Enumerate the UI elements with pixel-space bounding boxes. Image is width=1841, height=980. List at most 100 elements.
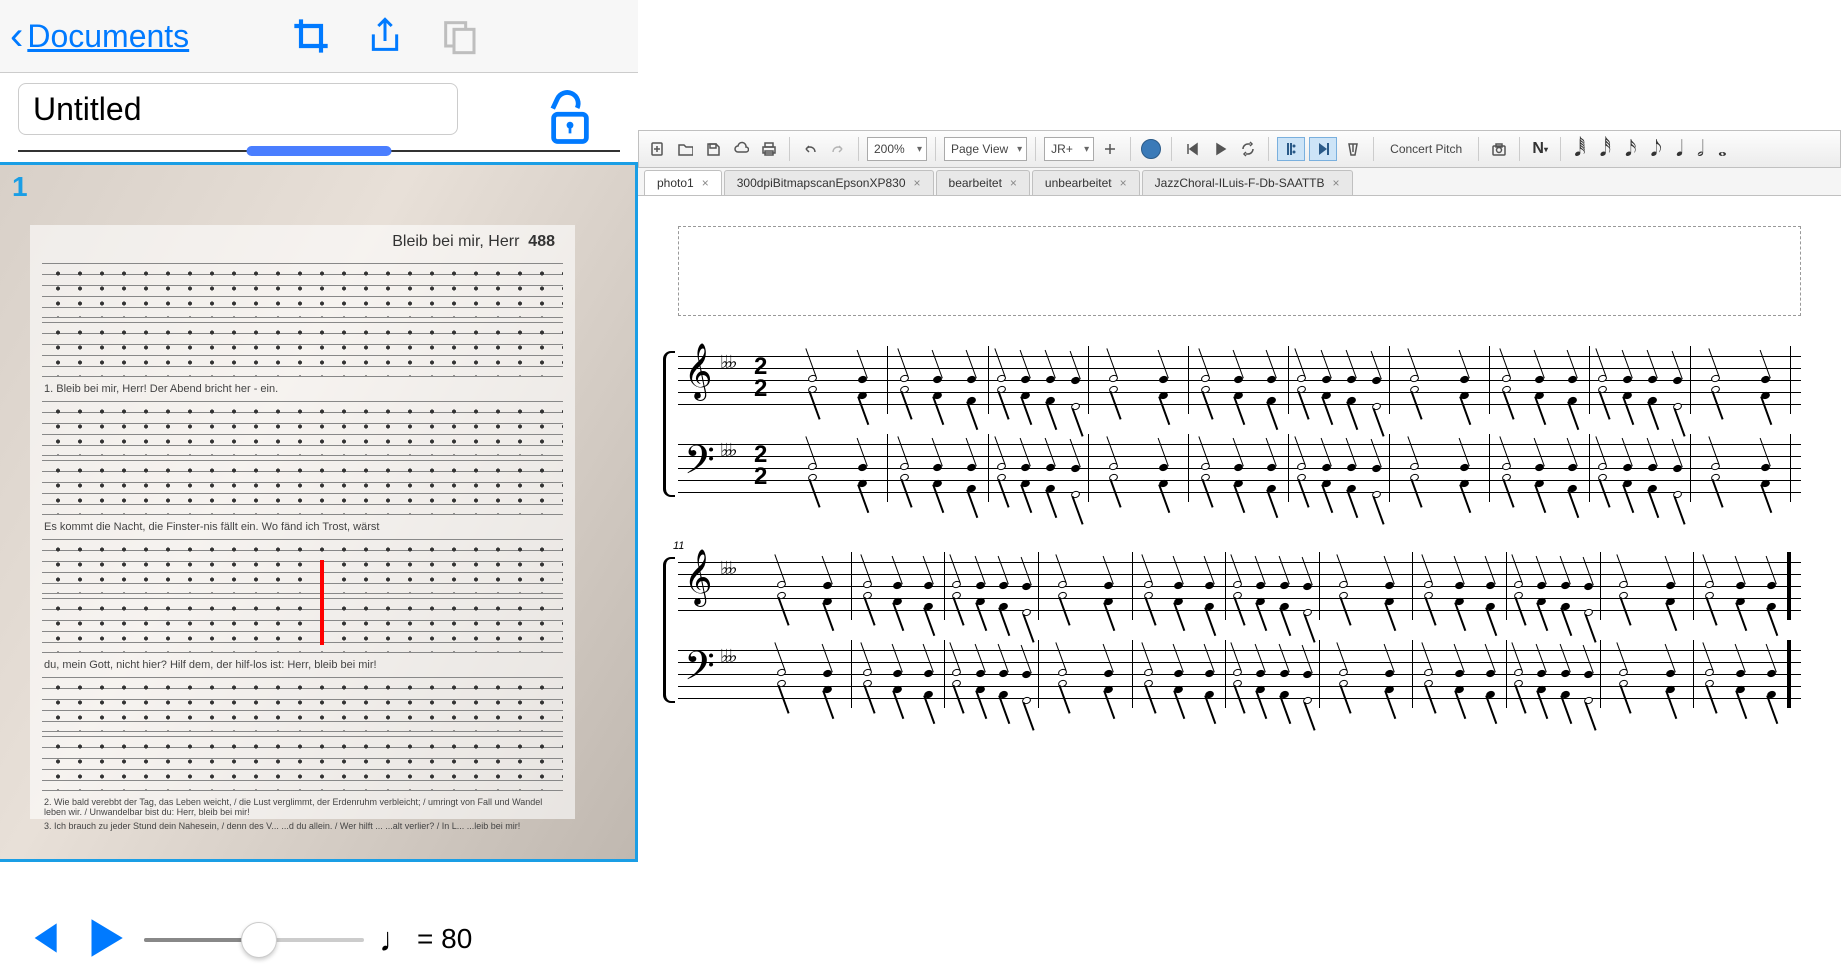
note[interactable] (1760, 478, 1771, 488)
note[interactable] (1232, 580, 1243, 590)
note[interactable] (1618, 591, 1629, 601)
score-canvas[interactable]: 𝄞 ♭♭♭ 22 𝄢 ♭♭♭ 22 11 𝄞 ♭♭♭ (638, 196, 1841, 946)
measure[interactable] (945, 552, 1039, 620)
note[interactable] (1338, 668, 1349, 678)
note[interactable] (1647, 484, 1658, 494)
measure[interactable] (1039, 552, 1133, 620)
bass-staff[interactable]: 𝄢 ♭♭♭ 22 (678, 444, 1801, 492)
note[interactable] (1103, 596, 1114, 606)
back-button[interactable]: ‹ Documents (10, 14, 189, 59)
note[interactable] (975, 580, 986, 590)
note[interactable] (1338, 679, 1349, 689)
measure[interactable] (1320, 640, 1414, 708)
measure[interactable] (1133, 640, 1227, 708)
note[interactable] (1710, 374, 1721, 384)
print-button[interactable] (757, 137, 781, 161)
note[interactable] (1371, 463, 1382, 473)
duration-whole[interactable]: 𝅝 (1713, 136, 1732, 162)
note[interactable] (1057, 679, 1068, 689)
note[interactable] (776, 668, 787, 678)
note[interactable] (933, 374, 944, 384)
note[interactable] (966, 463, 977, 473)
note[interactable] (1057, 580, 1068, 590)
note[interactable] (1302, 669, 1313, 679)
note[interactable] (966, 484, 977, 494)
close-icon[interactable]: × (1120, 176, 1127, 190)
note[interactable] (1103, 684, 1114, 694)
note[interactable] (1704, 580, 1715, 590)
note[interactable] (1409, 473, 1420, 483)
note[interactable] (998, 581, 1009, 591)
note[interactable] (1454, 668, 1465, 678)
note[interactable] (899, 473, 910, 483)
document-tab[interactable]: unbearbeitet× (1032, 170, 1140, 195)
note[interactable] (923, 581, 934, 591)
note[interactable] (1384, 596, 1395, 606)
tempo-slider-knob[interactable] (241, 922, 277, 958)
note[interactable] (1021, 669, 1032, 679)
note[interactable] (1618, 580, 1629, 590)
note[interactable] (1384, 668, 1395, 678)
crop-button[interactable] (289, 14, 333, 58)
note[interactable] (1233, 390, 1244, 400)
duration-16th[interactable]: 𝅘𝅥𝅯 (1620, 136, 1641, 162)
measure[interactable] (1390, 434, 1490, 502)
note[interactable] (1302, 607, 1313, 617)
note[interactable] (923, 669, 934, 679)
note[interactable] (1173, 668, 1184, 678)
note[interactable] (1021, 695, 1032, 705)
note[interactable] (1103, 668, 1114, 678)
share-button[interactable] (363, 14, 407, 58)
undo-button[interactable] (798, 137, 822, 161)
note[interactable] (857, 390, 868, 400)
note[interactable] (1371, 375, 1382, 385)
note[interactable] (1302, 695, 1313, 705)
note[interactable] (1204, 581, 1215, 591)
note[interactable] (1501, 473, 1512, 483)
note[interactable] (1256, 668, 1267, 678)
note[interactable] (1158, 462, 1169, 472)
note[interactable] (1158, 374, 1169, 384)
rewind-button[interactable] (20, 916, 64, 965)
note[interactable] (1045, 375, 1056, 385)
note[interactable] (1501, 462, 1512, 472)
note[interactable] (1454, 684, 1465, 694)
note[interactable] (1143, 591, 1154, 601)
note[interactable] (923, 602, 934, 612)
note[interactable] (966, 396, 977, 406)
note[interactable] (1371, 401, 1382, 411)
note[interactable] (1279, 690, 1290, 700)
note[interactable] (1279, 602, 1290, 612)
note[interactable] (857, 374, 868, 384)
measure[interactable] (852, 552, 946, 620)
note[interactable] (1070, 489, 1081, 499)
document-tab[interactable]: 300dpiBitmapscanEpsonXP830× (724, 170, 934, 195)
note[interactable] (1567, 375, 1578, 385)
note[interactable] (1766, 669, 1777, 679)
note[interactable] (1459, 374, 1470, 384)
note[interactable] (893, 580, 904, 590)
note[interactable] (893, 596, 904, 606)
note[interactable] (1173, 580, 1184, 590)
note[interactable] (1070, 375, 1081, 385)
note[interactable] (951, 668, 962, 678)
note[interactable] (1735, 580, 1746, 590)
note[interactable] (951, 679, 962, 689)
note[interactable] (776, 591, 787, 601)
note[interactable] (1583, 581, 1594, 591)
note[interactable] (1560, 581, 1571, 591)
note[interactable] (1560, 602, 1571, 612)
note[interactable] (1534, 462, 1545, 472)
note[interactable] (1321, 390, 1332, 400)
note[interactable] (1108, 462, 1119, 472)
note[interactable] (1384, 684, 1395, 694)
document-title-input[interactable] (18, 83, 458, 135)
new-score-button[interactable] (645, 137, 669, 161)
note[interactable] (1618, 668, 1629, 678)
note[interactable] (975, 596, 986, 606)
note[interactable] (1766, 581, 1777, 591)
zoom-combo[interactable]: 200% (867, 137, 927, 161)
note[interactable] (1618, 679, 1629, 689)
tempo-slider[interactable] (144, 938, 364, 942)
play-button[interactable] (79, 913, 129, 968)
